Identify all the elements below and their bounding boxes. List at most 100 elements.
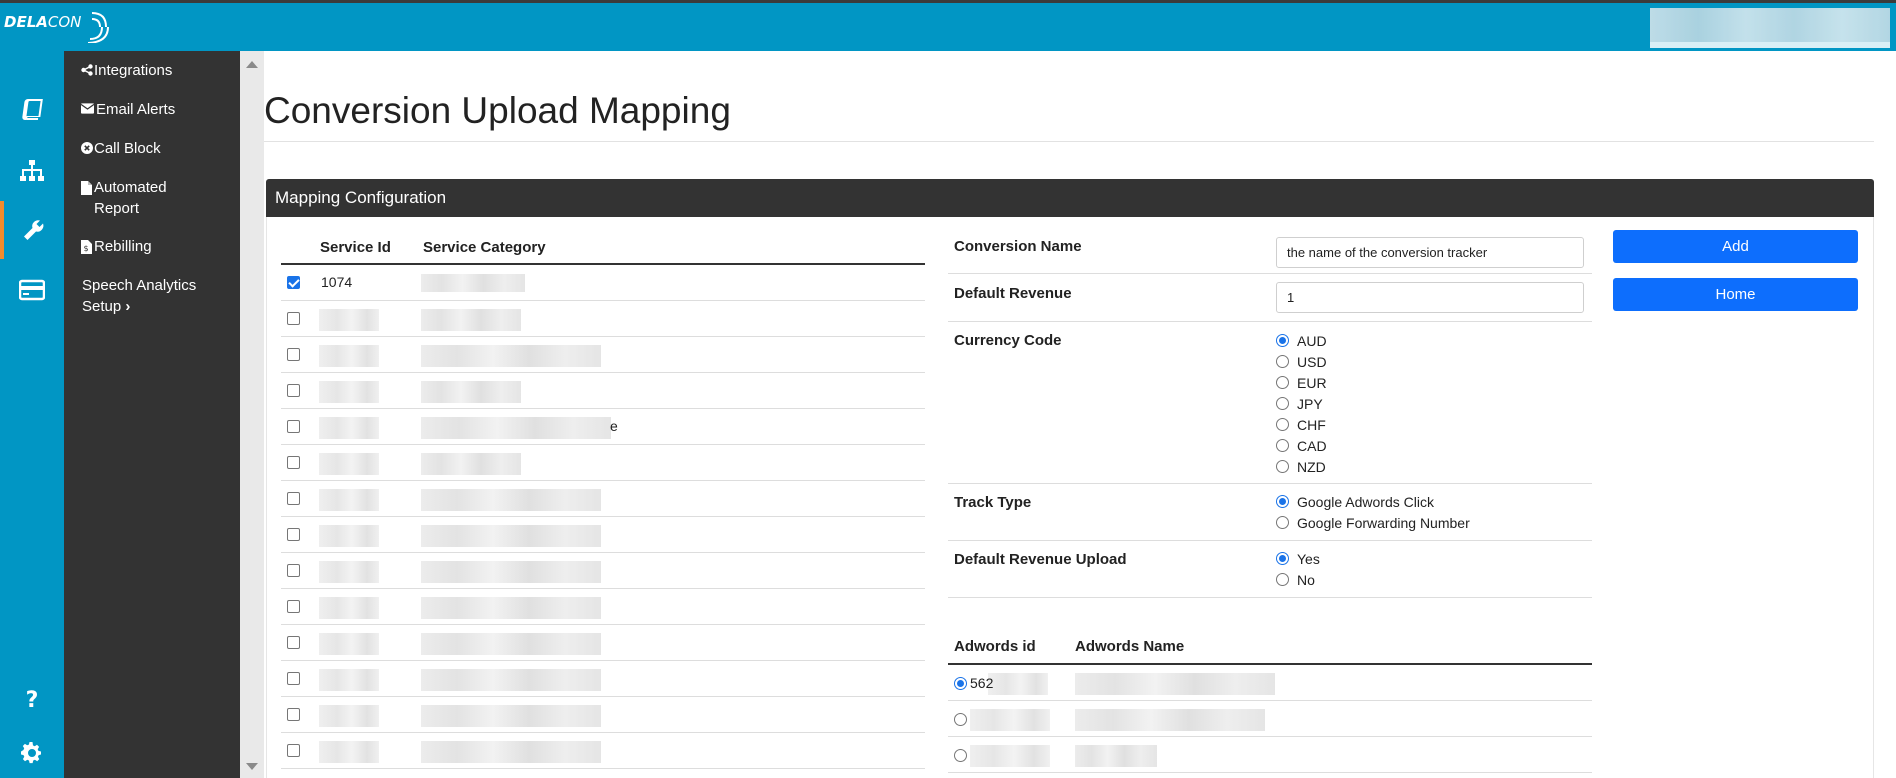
- redacted-service-category: [421, 633, 601, 655]
- redacted-service-id: [319, 453, 379, 475]
- scroll-down-icon[interactable]: [246, 763, 258, 770]
- table-row[interactable]: [948, 701, 1592, 737]
- radio-option-no[interactable]: No: [1276, 569, 1315, 590]
- radio-label: No: [1297, 571, 1315, 588]
- row-checkbox[interactable]: [287, 348, 300, 361]
- row-checkbox[interactable]: [287, 384, 300, 397]
- radio-option-aud[interactable]: AUD: [1276, 330, 1327, 351]
- question-icon[interactable]: ?: [0, 671, 64, 729]
- radio-option-cad[interactable]: CAD: [1276, 435, 1327, 456]
- radio-label: CAD: [1297, 437, 1327, 454]
- panel-header: Mapping Configuration: [266, 179, 1874, 217]
- signal-waves-icon: [88, 12, 109, 43]
- wrench-icon[interactable]: [0, 201, 64, 259]
- adwords-radio[interactable]: [954, 749, 967, 762]
- radio-button[interactable]: [1276, 552, 1289, 565]
- redacted-adwords-name: [1075, 673, 1275, 695]
- row-checkbox[interactable]: [287, 312, 300, 325]
- invoice-icon: $: [64, 236, 94, 254]
- table-row: [281, 481, 925, 517]
- radio-option-google-forwarding-number[interactable]: Google Forwarding Number: [1276, 512, 1470, 533]
- radio-option-eur[interactable]: EUR: [1276, 372, 1327, 393]
- sitemap-icon[interactable]: [0, 142, 64, 200]
- row-checkbox[interactable]: [287, 672, 300, 685]
- table-row: [281, 373, 925, 409]
- table-row[interactable]: 562: [948, 665, 1592, 701]
- table-row: [281, 733, 925, 769]
- table-row: [281, 697, 925, 733]
- row-checkbox[interactable]: [287, 456, 300, 469]
- radio-label: CHF: [1297, 416, 1326, 433]
- settings-menu: Integrations Email Alerts Call Block Aut…: [64, 51, 240, 778]
- row-checkbox[interactable]: [287, 564, 300, 577]
- adwords-table-header: Adwords id Adwords Name: [948, 633, 1592, 665]
- row-checkbox[interactable]: [287, 420, 300, 433]
- row-checkbox[interactable]: [287, 708, 300, 721]
- scroll-up-icon[interactable]: [246, 61, 258, 68]
- redacted-service-category: [421, 417, 611, 439]
- redacted-service-category: [421, 453, 521, 475]
- radio-button[interactable]: [1276, 516, 1289, 529]
- home-button[interactable]: Home: [1613, 278, 1858, 311]
- row-checkbox[interactable]: [287, 528, 300, 541]
- radio-button[interactable]: [1276, 334, 1289, 347]
- conversion-name-input[interactable]: the name of the conversion tracker: [1276, 237, 1584, 268]
- book-icon[interactable]: [0, 81, 64, 139]
- radio-button[interactable]: [1276, 376, 1289, 389]
- menu-scrollbar[interactable]: [240, 51, 264, 778]
- add-button[interactable]: Add: [1613, 230, 1858, 263]
- credit-card-icon[interactable]: [0, 261, 64, 319]
- default-revenue-input[interactable]: 1: [1276, 282, 1584, 313]
- conversion-name-row: Conversion Name the name of the conversi…: [948, 228, 1592, 274]
- row-checkbox[interactable]: [287, 636, 300, 649]
- redacted-service-id: [319, 525, 379, 547]
- redacted-adwords-id: [970, 745, 1050, 767]
- table-row: [281, 337, 925, 373]
- table-row[interactable]: [948, 737, 1592, 773]
- menu-item-automated-report[interactable]: Automated Report: [64, 177, 240, 219]
- row-checkbox[interactable]: [287, 744, 300, 757]
- row-checkbox[interactable]: [287, 600, 300, 613]
- user-account-area[interactable]: [1650, 8, 1890, 48]
- delacon-logo[interactable]: DELACON: [4, 9, 116, 45]
- menu-item-rebilling[interactable]: $ Rebilling: [64, 236, 240, 257]
- redacted-service-category: [421, 561, 601, 583]
- radio-button[interactable]: [1276, 460, 1289, 473]
- radio-option-yes[interactable]: Yes: [1276, 548, 1320, 569]
- track-type-label: Track Type: [954, 494, 1032, 511]
- radio-option-nzd[interactable]: NZD: [1276, 456, 1326, 477]
- radio-button[interactable]: [1276, 573, 1289, 586]
- gear-icon[interactable]: [0, 724, 64, 778]
- chevron-right-icon: ›: [125, 298, 131, 315]
- radio-option-jpy[interactable]: JPY: [1276, 393, 1323, 414]
- radio-button[interactable]: [1276, 355, 1289, 368]
- menu-item-speech-analytics[interactable]: Speech Analytics Setup ›: [64, 275, 240, 317]
- menu-item-email-alerts[interactable]: Email Alerts: [64, 99, 240, 120]
- menu-item-integrations[interactable]: Integrations: [64, 60, 240, 81]
- icon-rail: ?: [0, 51, 64, 778]
- adwords-radio[interactable]: [954, 677, 967, 690]
- radio-option-google-adwords-click[interactable]: Google Adwords Click: [1276, 491, 1434, 512]
- menu-label: Speech Analytics Setup: [82, 277, 197, 315]
- redacted-service-category: [421, 489, 601, 511]
- redacted-service-id: [319, 345, 379, 367]
- row-checkbox[interactable]: [287, 276, 300, 289]
- redacted-service-category: [421, 309, 521, 331]
- adwords-radio[interactable]: [954, 713, 967, 726]
- currency-code-label: Currency Code: [954, 332, 1062, 349]
- radio-button[interactable]: [1276, 418, 1289, 431]
- radio-button[interactable]: [1276, 439, 1289, 452]
- default-revenue-label: Default Revenue: [954, 285, 1072, 302]
- table-row: [281, 301, 925, 337]
- redacted-adwords-id: [970, 709, 1050, 731]
- radio-button[interactable]: [1276, 397, 1289, 410]
- radio-option-usd[interactable]: USD: [1276, 351, 1327, 372]
- menu-item-call-block[interactable]: Call Block: [64, 138, 240, 159]
- row-checkbox[interactable]: [287, 492, 300, 505]
- radio-option-chf[interactable]: CHF: [1276, 414, 1326, 435]
- redacted-adwords-name: [1075, 745, 1157, 767]
- envelope-icon: [64, 99, 94, 114]
- page-title: Conversion Upload Mapping: [264, 90, 731, 131]
- conversion-name-label: Conversion Name: [954, 238, 1082, 255]
- radio-button[interactable]: [1276, 495, 1289, 508]
